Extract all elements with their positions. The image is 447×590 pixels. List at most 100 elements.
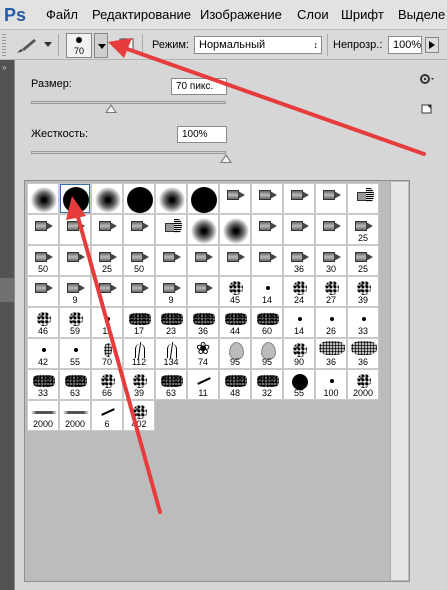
brush-preset-dot[interactable]: 42 bbox=[27, 338, 59, 369]
brush-preset-dot[interactable]: 55 bbox=[59, 338, 91, 369]
brush-preset-spray[interactable]: 90 bbox=[283, 338, 315, 369]
size-slider-thumb[interactable] bbox=[104, 104, 117, 113]
brush-preset-tool[interactable] bbox=[123, 276, 155, 307]
menu-type[interactable]: Шрифт bbox=[341, 6, 384, 24]
brush-preset-soft[interactable] bbox=[91, 183, 123, 214]
menu-select[interactable]: Выделе bbox=[398, 6, 445, 24]
brush-preset-hardsm[interactable]: 55 bbox=[283, 369, 315, 400]
brush-preset-blot[interactable]: 36 bbox=[187, 307, 219, 338]
brush-preset-fan[interactable] bbox=[347, 183, 379, 214]
opacity-slider-toggle[interactable] bbox=[425, 37, 439, 53]
brush-preset-blot[interactable]: 60 bbox=[251, 307, 283, 338]
brush-preset-tool[interactable] bbox=[187, 245, 219, 276]
brush-preset-blot[interactable]: 48 bbox=[219, 369, 251, 400]
brush-preset-brushsm[interactable]: 70 bbox=[91, 338, 123, 369]
brush-preset-tool[interactable]: 25 bbox=[347, 245, 379, 276]
brush-preset-tool[interactable] bbox=[59, 214, 91, 245]
brush-preset-blot[interactable]: 63 bbox=[59, 369, 91, 400]
brush-preset-leaf[interactable]: 95 bbox=[251, 338, 283, 369]
brush-preset-spray[interactable]: 45 bbox=[219, 276, 251, 307]
brush-preset-blot[interactable]: 44 bbox=[219, 307, 251, 338]
brush-preset-dot[interactable]: 100 bbox=[315, 369, 347, 400]
brush-preset-blot[interactable]: 23 bbox=[155, 307, 187, 338]
blend-mode-select[interactable]: Нормальный ↕ bbox=[194, 36, 322, 54]
brush-preset-soft[interactable] bbox=[219, 214, 251, 245]
opacity-input[interactable]: 100% bbox=[388, 36, 422, 54]
brush-preset-tool[interactable]: 50 bbox=[27, 245, 59, 276]
brush-preset-dot[interactable]: 11 bbox=[91, 307, 123, 338]
brush-preset-spray[interactable]: 24 bbox=[283, 276, 315, 307]
brush-preset-big[interactable]: 36 bbox=[347, 338, 379, 369]
menu-edit[interactable]: Редактирование bbox=[92, 6, 191, 24]
brush-preset-dot[interactable]: 33 bbox=[347, 307, 379, 338]
brush-preset-stroke[interactable]: 11 bbox=[187, 369, 219, 400]
brush-preset-dot[interactable]: 26 bbox=[315, 307, 347, 338]
brush-picker-toggle[interactable] bbox=[94, 33, 108, 58]
hardness-input[interactable]: 100% bbox=[177, 126, 227, 143]
brush-preset-spray[interactable]: 27 bbox=[315, 276, 347, 307]
brush-preset-tool[interactable] bbox=[219, 245, 251, 276]
brush-preset-big[interactable]: 36 bbox=[315, 338, 347, 369]
brush-preset-spray[interactable]: 39 bbox=[123, 369, 155, 400]
brush-preset-tool[interactable]: 36 bbox=[283, 245, 315, 276]
brush-preset-tool[interactable] bbox=[123, 214, 155, 245]
size-input[interactable]: 70 пикс. bbox=[171, 78, 227, 95]
brush-preset-soft[interactable] bbox=[187, 214, 219, 245]
brush-preset-tool[interactable] bbox=[219, 183, 251, 214]
brush-preset-tool[interactable] bbox=[251, 214, 283, 245]
hardness-slider-thumb[interactable] bbox=[220, 154, 232, 163]
brush-preset-tool[interactable] bbox=[27, 214, 59, 245]
brush-preset-soft[interactable] bbox=[155, 183, 187, 214]
brush-preset-blot[interactable]: 32 bbox=[251, 369, 283, 400]
brush-preset-maple[interactable]: 74 bbox=[187, 338, 219, 369]
brush-preset-spray[interactable]: 402 bbox=[123, 400, 155, 431]
brush-preset-tool[interactable] bbox=[283, 214, 315, 245]
menu-file[interactable]: Файл bbox=[46, 6, 78, 24]
new-preset-icon[interactable] bbox=[421, 103, 433, 115]
brush-preset-line[interactable]: 2000 bbox=[59, 400, 91, 431]
brush-preset-fan[interactable] bbox=[155, 214, 187, 245]
brush-preset-spray[interactable]: 39 bbox=[347, 276, 379, 307]
brush-preset-tool[interactable] bbox=[27, 276, 59, 307]
brush-preset-tool[interactable] bbox=[91, 276, 123, 307]
brush-preset-dot[interactable]: 14 bbox=[283, 307, 315, 338]
brush-preset-line[interactable]: 2000 bbox=[27, 400, 59, 431]
brush-tool-icon[interactable] bbox=[14, 36, 40, 56]
brush-preset-soft[interactable] bbox=[27, 183, 59, 214]
tool-preset-dropdown-icon[interactable] bbox=[44, 42, 52, 47]
menu-layers[interactable]: Слои bbox=[297, 6, 329, 24]
brush-preset-picker[interactable]: 70 bbox=[66, 33, 92, 58]
brush-preset-tool[interactable]: 25 bbox=[91, 245, 123, 276]
brush-preset-spray[interactable]: 46 bbox=[27, 307, 59, 338]
brush-preset-hard[interactable] bbox=[123, 183, 155, 214]
brush-preset-tool[interactable]: 30 bbox=[315, 245, 347, 276]
menu-image[interactable]: Изображение bbox=[200, 6, 282, 24]
brush-preset-tool[interactable] bbox=[283, 183, 315, 214]
brush-preset-tool[interactable] bbox=[59, 245, 91, 276]
brush-preset-blot[interactable]: 17 bbox=[123, 307, 155, 338]
brush-preset-spray[interactable]: 59 bbox=[59, 307, 91, 338]
brush-preset-stroke[interactable]: 6 bbox=[91, 400, 123, 431]
gear-icon[interactable] bbox=[419, 72, 437, 86]
brush-preset-spray[interactable]: 2000 bbox=[347, 369, 379, 400]
hardness-slider-track[interactable] bbox=[31, 151, 226, 154]
brush-preset-tool[interactable] bbox=[315, 183, 347, 214]
brush-preset-tool[interactable]: 9 bbox=[155, 276, 187, 307]
brush-preset-tool[interactable] bbox=[315, 214, 347, 245]
brush-preset-blot[interactable]: 63 bbox=[155, 369, 187, 400]
brush-preset-dot[interactable]: 14 bbox=[251, 276, 283, 307]
brush-preset-tool[interactable]: 25 bbox=[347, 214, 379, 245]
brush-preset-tool[interactable] bbox=[155, 245, 187, 276]
collapse-icon[interactable]: » bbox=[2, 64, 6, 72]
brush-preset-leaf[interactable]: 95 bbox=[219, 338, 251, 369]
brush-preset-tool[interactable] bbox=[251, 245, 283, 276]
brush-preset-tool[interactable]: 9 bbox=[59, 276, 91, 307]
grid-scrollbar[interactable] bbox=[390, 182, 408, 580]
size-slider-track[interactable] bbox=[31, 101, 226, 104]
brush-preset-grass[interactable]: 134 bbox=[155, 338, 187, 369]
brush-preset-grass[interactable]: 112 bbox=[123, 338, 155, 369]
grip-handle[interactable] bbox=[2, 34, 6, 56]
brush-panel-toggle-icon[interactable] bbox=[118, 37, 136, 53]
brush-preset-tool[interactable] bbox=[91, 214, 123, 245]
brush-preset-spray[interactable]: 66 bbox=[91, 369, 123, 400]
